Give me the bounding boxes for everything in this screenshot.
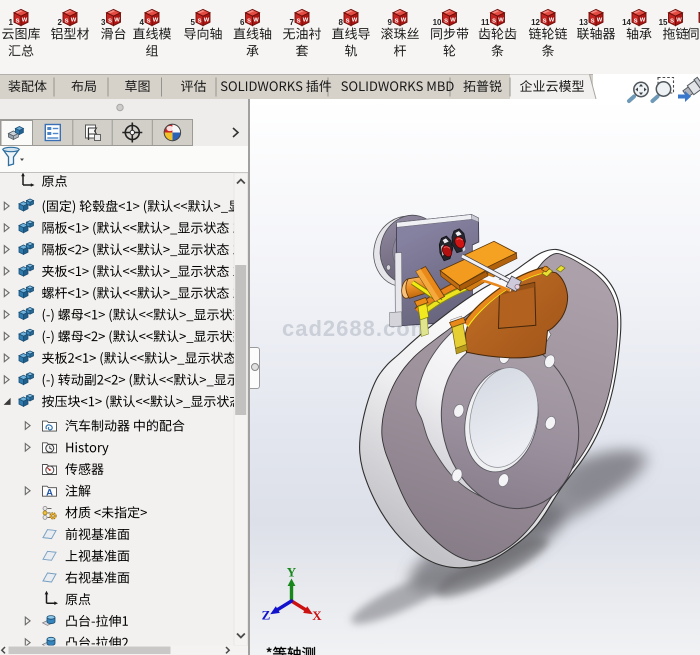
svg-text:14: 14: [622, 18, 631, 27]
svg-text:Y: Y: [287, 565, 297, 580]
svg-text:7: 7: [290, 18, 295, 27]
svg-text:3: 3: [101, 18, 106, 27]
svg-text:13: 13: [579, 18, 588, 27]
svg-text:12: 12: [531, 18, 540, 27]
svg-text:10: 10: [433, 18, 442, 27]
svg-text:4: 4: [140, 18, 145, 27]
svg-text:6: 6: [240, 18, 245, 27]
svg-text:11: 11: [481, 18, 490, 27]
svg-text:1: 1: [9, 18, 14, 27]
svg-text:5: 5: [191, 18, 196, 27]
svg-text:X: X: [312, 608, 322, 623]
svg-text:8: 8: [339, 18, 344, 27]
svg-text:15: 15: [659, 18, 668, 27]
svg-text:Z: Z: [262, 608, 271, 623]
svg-text:2: 2: [58, 18, 63, 27]
svg-text:9: 9: [388, 18, 393, 27]
